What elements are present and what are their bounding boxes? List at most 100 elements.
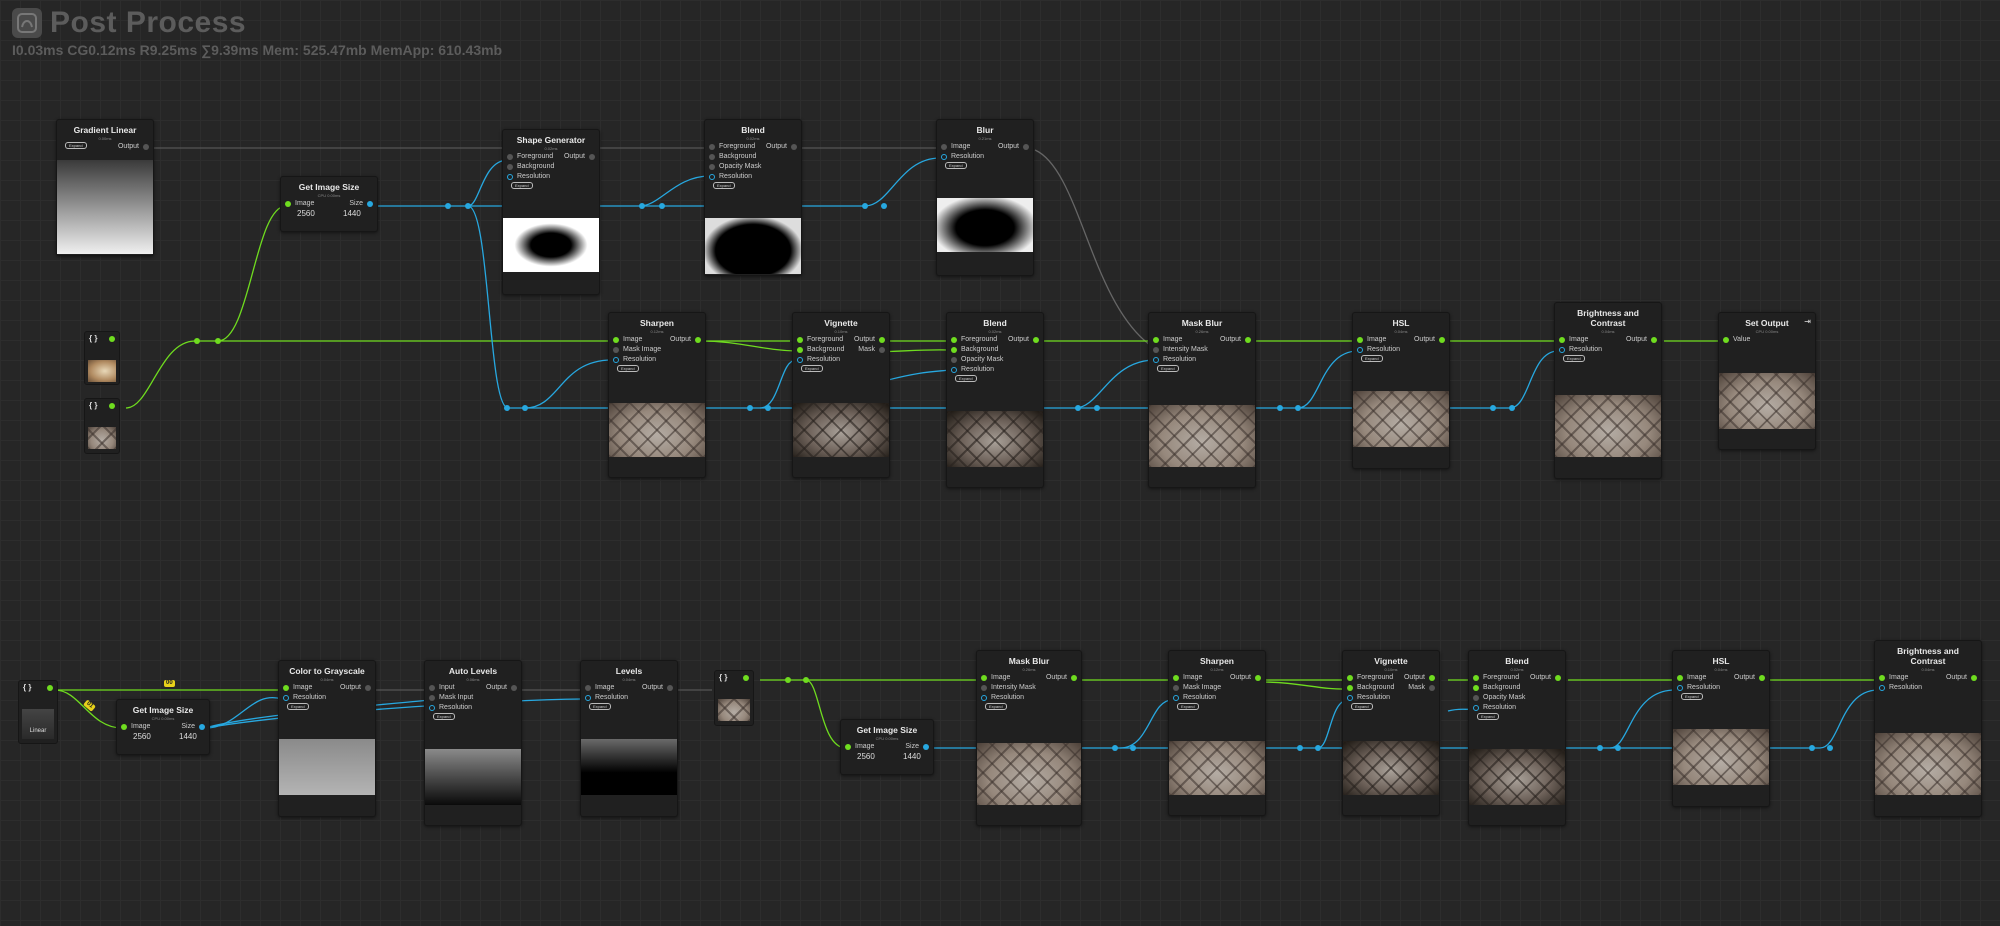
expand-button[interactable]: Expand (287, 703, 309, 710)
node-gradient-linear[interactable]: Gradient Linear 0.00ms Expand Output (56, 119, 154, 256)
node-shape-generator[interactable]: Shape Generator 0.02ms Foreground Output … (502, 129, 600, 295)
output-pin[interactable] (1439, 337, 1445, 343)
intensity-mask-pin[interactable] (1153, 347, 1159, 353)
image-input-pin[interactable] (1559, 337, 1565, 343)
input-pin[interactable] (429, 685, 435, 691)
node-blend[interactable]: Blend 0.02ms Foreground Output Background… (946, 312, 1044, 488)
resolution-pin[interactable] (613, 357, 619, 363)
resolution-pin[interactable] (709, 174, 715, 180)
image-input-pin[interactable] (121, 724, 127, 730)
output-pin[interactable] (743, 675, 749, 681)
expand-button[interactable]: Expand (1157, 365, 1179, 372)
image-input-pin[interactable] (585, 685, 591, 691)
image-input-pin[interactable] (1153, 337, 1159, 343)
node-sharpen[interactable]: Sharpen 0.12ms Image Output Mask Image Re… (1168, 650, 1266, 816)
node-color-to-grayscale[interactable]: Color to Grayscale 0.04ms Image Output Re… (278, 660, 376, 817)
variable-node-image-2[interactable]: { } (84, 398, 120, 454)
output-pin[interactable] (1023, 144, 1029, 150)
size-output-pin[interactable] (923, 744, 929, 750)
expand-button[interactable]: Expand (433, 713, 455, 720)
opacity-mask-pin[interactable] (951, 357, 957, 363)
node-levels[interactable]: Levels 0.04ms Image Output Resolution Exp… (580, 660, 678, 817)
output-pin[interactable] (109, 403, 115, 409)
node-get-image-size[interactable]: Get Image Size CPU 0.00ms Image Size 2560… (840, 719, 934, 775)
output-pin[interactable] (1555, 675, 1561, 681)
mask-output-pin[interactable] (1429, 685, 1435, 691)
node-auto-levels[interactable]: Auto Levels 0.06ms Input Output Mask Inpu… (424, 660, 522, 826)
mask-input-pin[interactable] (429, 695, 435, 701)
output-pin[interactable] (667, 685, 673, 691)
output-pin[interactable] (511, 685, 517, 691)
resolution-pin[interactable] (1473, 705, 1479, 711)
output-pin[interactable] (1651, 337, 1657, 343)
node-set-output[interactable]: Set Output ⇥ CPU 0.00ms Value (1718, 312, 1816, 450)
foreground-pin[interactable] (1347, 675, 1353, 681)
node-blend[interactable]: Blend 0.02ms Foreground Output Background… (704, 119, 802, 276)
resolution-pin[interactable] (1357, 347, 1363, 353)
background-pin[interactable] (1473, 685, 1479, 691)
value-input-pin[interactable] (1723, 337, 1729, 343)
image-input-pin[interactable] (941, 144, 947, 150)
node-hsl[interactable]: HSL 0.04ms Image Output Resolution Expand (1672, 650, 1770, 807)
output-pin[interactable] (1245, 337, 1251, 343)
expand-button[interactable]: Expand (65, 142, 87, 149)
node-get-image-size[interactable]: Get Image Size CPU 0.00ms Image Size 2560… (280, 176, 378, 232)
output-pin[interactable] (791, 144, 797, 150)
node-get-image-size[interactable]: Get Image Size CPU 0.00ms Image Size 2560… (116, 699, 210, 755)
foreground-pin[interactable] (797, 337, 803, 343)
resolution-pin[interactable] (1879, 685, 1885, 691)
expand-button[interactable]: Expand (511, 182, 533, 189)
background-pin[interactable] (507, 164, 513, 170)
variable-node-image[interactable]: { } (84, 331, 120, 385)
resolution-pin[interactable] (1559, 347, 1565, 353)
expand-button[interactable]: Expand (1361, 355, 1383, 362)
expand-button[interactable]: Expand (713, 182, 735, 189)
node-vignette[interactable]: Vignette 0.10ms Foreground Output Backgro… (1342, 650, 1440, 816)
output-pin[interactable] (1033, 337, 1039, 343)
background-pin[interactable] (1347, 685, 1353, 691)
mask-image-pin[interactable] (613, 347, 619, 353)
image-input-pin[interactable] (283, 685, 289, 691)
node-blend[interactable]: Blend 0.02ms Foreground Output Background… (1468, 650, 1566, 826)
expand-button[interactable]: Expand (1351, 703, 1373, 710)
node-hsl[interactable]: HSL 0.04ms Image Output Resolution Expand (1352, 312, 1450, 469)
expand-button[interactable]: Expand (589, 703, 611, 710)
foreground-pin[interactable] (507, 154, 513, 160)
image-input-pin[interactable] (1357, 337, 1363, 343)
background-pin[interactable] (797, 347, 803, 353)
resolution-pin[interactable] (1677, 685, 1683, 691)
resolution-pin[interactable] (797, 357, 803, 363)
size-output-pin[interactable] (199, 724, 205, 730)
output-pin[interactable] (879, 337, 885, 343)
node-mask-blur[interactable]: Mask Blur 0.26ms Image Output Intensity M… (1148, 312, 1256, 488)
output-pin[interactable] (1429, 675, 1435, 681)
image-input-pin[interactable] (1879, 675, 1885, 681)
expand-button[interactable]: Expand (945, 162, 967, 169)
foreground-pin[interactable] (709, 144, 715, 150)
output-pin[interactable] (47, 685, 53, 691)
node-sharpen[interactable]: Sharpen 0.12ms Image Output Mask Image Re… (608, 312, 706, 478)
output-pin[interactable] (589, 154, 595, 160)
expand-button[interactable]: Expand (985, 703, 1007, 710)
foreground-pin[interactable] (951, 337, 957, 343)
node-mask-blur[interactable]: Mask Blur 0.26ms Image Output Intensity M… (976, 650, 1082, 826)
variable-node-linear[interactable]: { } Linear (18, 680, 58, 744)
resolution-pin[interactable] (429, 705, 435, 711)
export-icon[interactable]: ⇥ (1804, 317, 1811, 326)
expand-button[interactable]: Expand (1477, 713, 1499, 720)
output-pin[interactable] (1971, 675, 1977, 681)
resolution-pin[interactable] (507, 174, 513, 180)
background-pin[interactable] (951, 347, 957, 353)
intensity-mask-pin[interactable] (981, 685, 987, 691)
output-pin[interactable] (1071, 675, 1077, 681)
opacity-mask-pin[interactable] (709, 164, 715, 170)
node-blur[interactable]: Blur 0.21ms Image Output Resolution Expan… (936, 119, 1034, 276)
resolution-pin[interactable] (981, 695, 987, 701)
node-vignette[interactable]: Vignette 0.10ms Foreground Output Backgro… (792, 312, 890, 478)
mask-image-pin[interactable] (1173, 685, 1179, 691)
variable-node-image-3[interactable]: { } (714, 670, 754, 726)
image-input-pin[interactable] (1173, 675, 1179, 681)
expand-button[interactable]: Expand (1563, 355, 1585, 362)
expand-button[interactable]: Expand (1177, 703, 1199, 710)
resolution-pin[interactable] (1153, 357, 1159, 363)
